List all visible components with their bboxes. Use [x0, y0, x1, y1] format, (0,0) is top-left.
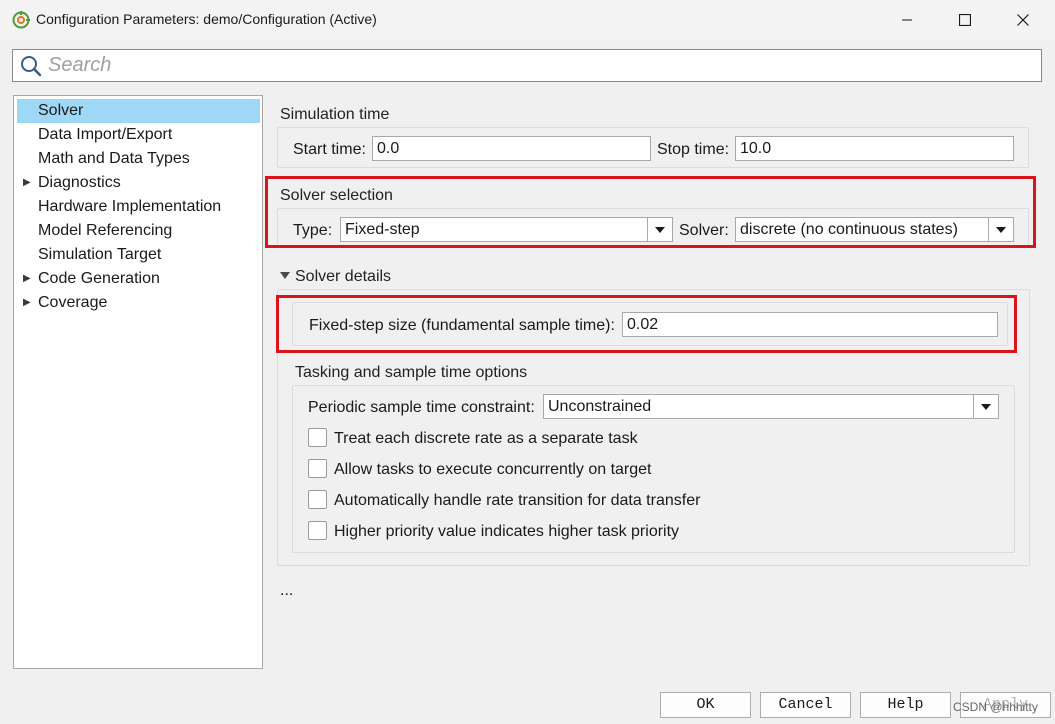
- expand-arrow-icon[interactable]: ▶: [23, 291, 31, 315]
- concurrent-tasks-label[interactable]: Allow tasks to execute concurrently on t…: [334, 461, 652, 479]
- ok-button[interactable]: OK: [660, 692, 751, 718]
- close-button[interactable]: [994, 0, 1052, 40]
- tree-item-code-generation[interactable]: ▶ Code Generation: [17, 267, 260, 291]
- minimize-icon: [902, 19, 912, 21]
- collapse-arrow-icon[interactable]: [280, 272, 290, 280]
- stop-time-label: Stop time:: [657, 141, 730, 158]
- maximize-icon: [959, 14, 971, 26]
- watermark: CSDN @hhhitty: [953, 700, 1038, 714]
- search-icon: [21, 56, 42, 77]
- tree-item-simulation-target[interactable]: Simulation Target: [17, 243, 260, 267]
- tree-item-label: Hardware Implementation: [38, 198, 222, 215]
- start-time-label: Start time:: [293, 141, 366, 158]
- start-time-field[interactable]: 0.0: [372, 136, 651, 161]
- stop-time-field[interactable]: 10.0: [735, 136, 1014, 161]
- tree-item-solver[interactable]: Solver: [17, 99, 260, 123]
- rate-transition-checkbox[interactable]: [308, 490, 327, 509]
- expand-arrow-icon[interactable]: ▶: [23, 171, 31, 195]
- minimize-button[interactable]: [878, 0, 936, 40]
- help-button[interactable]: Help: [860, 692, 951, 718]
- simulink-app-icon: [12, 11, 30, 29]
- tree-item-data-import-export[interactable]: Data Import/Export: [17, 123, 260, 147]
- window-title: Configuration Parameters: demo/Configura…: [36, 11, 377, 27]
- tasking-options-title: Tasking and sample time options: [295, 364, 528, 381]
- tree-item-hardware-implementation[interactable]: Hardware Implementation: [17, 195, 260, 219]
- sample-time-constraint-value: Unconstrained: [548, 398, 652, 415]
- fixed-step-highlight: [276, 295, 1017, 353]
- more-options-link[interactable]: ...: [280, 582, 293, 600]
- task-priority-checkbox[interactable]: [308, 521, 327, 540]
- sample-time-constraint-dropdown[interactable]: Unconstrained: [543, 394, 999, 419]
- tree-item-label: Math and Data Types: [38, 150, 190, 167]
- tree-item-label: Simulation Target: [38, 246, 162, 263]
- tree-item-label: Diagnostics: [38, 174, 121, 191]
- tree-item-coverage[interactable]: ▶ Coverage: [17, 291, 260, 315]
- search-box[interactable]: [12, 49, 1042, 82]
- cancel-button[interactable]: Cancel: [760, 692, 851, 718]
- task-priority-label[interactable]: Higher priority value indicates higher t…: [334, 523, 679, 541]
- tree-item-label: Model Referencing: [38, 222, 173, 239]
- rate-transition-label[interactable]: Automatically handle rate transition for…: [334, 492, 700, 510]
- category-tree: Solver Data Import/Export Math and Data …: [13, 95, 263, 669]
- solver-details-title: Solver details: [295, 268, 392, 285]
- concurrent-tasks-checkbox[interactable]: [308, 459, 327, 478]
- close-icon: [1017, 14, 1029, 26]
- tree-item-label: Coverage: [38, 294, 108, 311]
- tree-item-label: Solver: [38, 102, 84, 119]
- solver-selection-highlight: [265, 176, 1036, 248]
- chevron-down-icon: [981, 403, 991, 410]
- tree-item-model-referencing[interactable]: Model Referencing: [17, 219, 260, 243]
- sample-time-constraint-label: Periodic sample time constraint:: [308, 399, 535, 416]
- search-input[interactable]: [48, 53, 1028, 78]
- maximize-button[interactable]: [936, 0, 994, 40]
- simulation-time-title: Simulation time: [280, 106, 390, 123]
- title-bar: Configuration Parameters: demo/Configura…: [0, 0, 1055, 40]
- tree-item-label: Code Generation: [38, 270, 160, 287]
- sample-time-constraint-dropdown-button[interactable]: [973, 395, 998, 418]
- separate-task-checkbox[interactable]: [308, 428, 327, 447]
- tree-item-diagnostics[interactable]: ▶ Diagnostics: [17, 171, 260, 195]
- tree-item-math-and-data-types[interactable]: Math and Data Types: [17, 147, 260, 171]
- expand-arrow-icon[interactable]: ▶: [23, 267, 31, 291]
- separate-task-label[interactable]: Treat each discrete rate as a separate t…: [334, 430, 638, 448]
- tree-item-label: Data Import/Export: [38, 126, 173, 143]
